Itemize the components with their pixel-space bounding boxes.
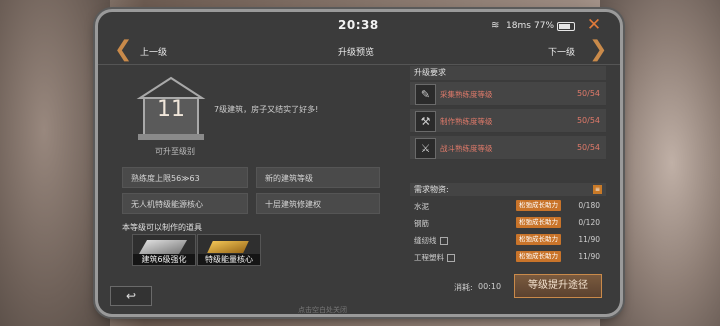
craftable-label: 本等级可以制作的道具: [122, 223, 202, 232]
material-row: 钢筋 松弛成长助力 0/120: [410, 216, 606, 229]
craft-skill-icon: ⚒: [415, 111, 436, 132]
material-name: 工程塑料: [414, 252, 455, 263]
requirement-name: 采集熟练度等级: [440, 90, 493, 99]
material-value: 0/120: [578, 218, 600, 227]
consume-label: 消耗:: [454, 283, 473, 292]
back-button[interactable]: ↩: [110, 286, 152, 306]
upgrade-to-label: 可升至级别: [155, 147, 195, 156]
gather-skill-icon: ✎: [415, 84, 436, 105]
requirement-name: 战斗熟练度等级: [440, 144, 493, 153]
material-row: 缝纫线 松弛成长助力 11/90: [410, 233, 606, 246]
latency: 18ms: [506, 21, 531, 31]
upgrade-description: 7级建筑，房子又结实了好多!: [214, 105, 319, 114]
requirement-row: ⚒ 制作熟练度等级 50/54: [410, 109, 606, 133]
materials-label-text: 需求物资:: [414, 185, 449, 194]
materials-info-icon[interactable]: ≡: [593, 185, 602, 194]
requirements-panel: 升级要求 ✎ 采集熟练度等级 50/54 ⚒ 制作熟练度等级 50/54 ⚔ 战…: [408, 66, 606, 276]
material-value: 11/90: [578, 252, 600, 261]
material-value: 11/90: [578, 235, 600, 244]
back-arrow-icon: ↩: [125, 289, 137, 303]
material-name: 缝纫线: [414, 235, 448, 246]
requirement-name: 制作熟练度等级: [440, 117, 493, 126]
materials-label: 需求物资: ≡: [410, 183, 606, 196]
level-number: 11: [157, 97, 185, 122]
clock: 20:38: [338, 18, 379, 32]
bottom-bar: ↩ 消耗: 00:10 等级提升途径 点击空白处关闭: [98, 274, 620, 314]
item-label: 特级能量核心: [198, 254, 260, 265]
info-icon: [447, 254, 455, 262]
requirements-label: 升级要求: [410, 66, 606, 80]
material-name: 钢筋: [414, 219, 429, 228]
wifi-icon: ≋: [491, 20, 500, 31]
chevron-left-icon[interactable]: ❮: [114, 38, 132, 62]
feature-item: 无人机特级能源核心: [122, 193, 248, 214]
material-value: 0/180: [578, 201, 600, 210]
boost-tag[interactable]: 松弛成长助力: [516, 217, 561, 228]
craftable-item[interactable]: 建筑6级强化: [132, 234, 196, 266]
status-bar: 20:38 ≋ 18ms 77% ✕: [98, 12, 620, 38]
material-name: 水泥: [414, 202, 429, 211]
upgrade-preview-tablet: 20:38 ≋ 18ms 77% ✕ ❮ 上一级 升级预览 下一级 ❯ 11 可…: [98, 12, 620, 314]
combat-skill-icon: ⚔: [415, 138, 436, 159]
requirement-value: 50/54: [576, 143, 600, 152]
tap-to-close-hint: 点击空白处关闭: [298, 306, 347, 314]
consume-time: 00:10: [478, 282, 502, 291]
header: ❮ 上一级 升级预览 下一级 ❯: [98, 38, 620, 65]
feature-item: 新的建筑等级: [256, 167, 380, 188]
level-info-panel: 11 可升至级别 7级建筑，房子又结实了好多! 熟练度上限56≫63 新的建筑等…: [108, 66, 400, 276]
page-title: 升级预览: [338, 48, 375, 58]
requirement-value: 50/54: [576, 89, 600, 98]
item-label: 建筑6级强化: [133, 254, 195, 265]
upgrade-path-button[interactable]: 等级提升途径: [514, 274, 602, 298]
info-icon: [439, 237, 448, 245]
requirement-value: 50/54: [576, 116, 600, 125]
close-icon[interactable]: ✕: [585, 16, 603, 34]
energy-core-icon: [207, 241, 249, 253]
feature-item: 十层建筑修建权: [256, 193, 380, 214]
boost-tag[interactable]: 松弛成长助力: [516, 251, 561, 262]
battery-percent: 77%: [534, 21, 555, 31]
battery-icon: [557, 22, 575, 31]
level-card: 11 可升至级别: [122, 76, 216, 156]
feature-item: 熟练度上限56≫63: [122, 167, 248, 188]
next-level-button[interactable]: 下一级: [548, 45, 575, 58]
boost-tag[interactable]: 松弛成长助力: [516, 200, 561, 211]
boost-tag[interactable]: 松弛成长助力: [516, 234, 561, 245]
chevron-right-icon[interactable]: ❯: [589, 38, 607, 62]
requirement-row: ✎ 采集熟练度等级 50/54: [410, 82, 606, 106]
material-row: 水泥 松弛成长助力 0/180: [410, 199, 606, 212]
material-row: 工程塑料 松弛成长助力 11/90: [410, 250, 606, 263]
prev-level-button[interactable]: 上一级: [140, 45, 167, 58]
background-left: [0, 0, 110, 326]
requirement-row: ⚔ 战斗熟练度等级 50/54: [410, 136, 606, 160]
craftable-item[interactable]: 特级能量核心: [197, 234, 261, 266]
building-upgrade-icon: [138, 240, 188, 254]
